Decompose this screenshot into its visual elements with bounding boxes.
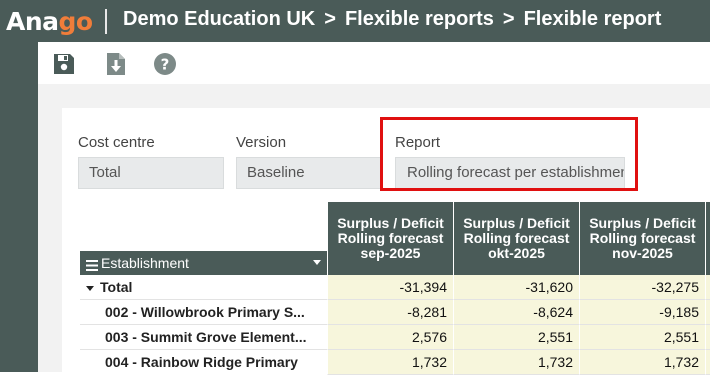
collapse-caret-icon[interactable] [86,285,94,291]
column-header-line2: Rolling forecast [337,230,444,246]
establishment-row-header[interactable]: Establishment [80,251,327,275]
table-cell[interactable]: 2,551 [453,325,579,350]
table-cell[interactable]: -32,275 [579,275,705,300]
table-cell[interactable]: 1,732 [453,350,579,375]
breadcrumb: Demo Education UK > Flexible reports > F… [123,8,661,31]
table-cell-next [705,275,710,300]
table-cell[interactable]: -31,620 [453,275,579,300]
column-header-line2: Rolling forecast [589,230,696,246]
table-row-total: Total -31,394 -31,620 -32,275 [80,275,710,300]
table-cell[interactable]: 1,732 [327,350,453,375]
column-header-line1: Surplus / Deficit [589,215,696,231]
table-cell[interactable]: -8,624 [453,300,579,325]
column-header-nov-2025[interactable]: Surplus / Deficit Rolling forecast nov-2… [579,202,705,275]
table-cell[interactable]: -8,281 [327,300,453,325]
table-cell-next [705,350,710,375]
version-field[interactable]: Baseline [236,157,382,189]
breadcrumb-item-flexible-report: Flexible report [523,8,662,30]
anago-logo[interactable]: Ana go [6,6,93,36]
table-cell[interactable]: -9,185 [579,300,705,325]
row-label[interactable]: 004 - Rainbow Ridge Primary [80,350,327,375]
cost-centre-label: Cost centre [78,134,155,151]
toolbar: ? [38,42,710,84]
column-header-okt-2025[interactable]: Surplus / Deficit Rolling forecast okt-2… [453,202,579,275]
top-bar: Ana go Demo Education UK > Flexible repor… [0,0,710,42]
column-header-line3: nov-2025 [612,245,673,261]
row-label[interactable]: 003 - Summit Grove Element... [80,325,327,350]
download-icon[interactable] [104,52,128,76]
report-highlight-box [380,117,638,191]
row-label[interactable]: 002 - Willowbrook Primary S... [80,300,327,325]
cost-centre-field[interactable]: Total [78,157,224,189]
column-header-line1: Surplus / Deficit [337,215,444,231]
menu-icon[interactable] [86,258,98,271]
column-header-sep-2025[interactable]: Surplus / Deficit Rolling forecast sep-2… [327,202,453,275]
table-cell[interactable]: -31,394 [327,275,453,300]
table-cell[interactable]: 2,551 [579,325,705,350]
column-header-line3: okt-2025 [488,245,545,261]
column-header-line1: Surplus / Deficit [463,215,570,231]
logo-text-part2: go [58,6,94,36]
header-divider [105,9,107,34]
table-row: 004 - Rainbow Ridge Primary 1,732 1,732 … [80,350,710,375]
save-icon[interactable] [52,52,76,76]
column-header-line3: sep-2025 [360,245,421,261]
table-row: 002 - Willowbrook Primary S... -8,281 -8… [80,300,710,325]
table-row: 003 - Summit Grove Element... 2,576 2,55… [80,325,710,350]
logo-text-part1: Ana [6,6,59,36]
row-label-text: Total [100,279,133,295]
table-cell[interactable]: 1,732 [579,350,705,375]
establishment-header-label: Establishment [101,255,189,271]
column-header-next [705,202,710,275]
row-label[interactable]: Total [80,275,327,300]
breadcrumb-separator: > [324,8,336,30]
help-icon[interactable]: ? [153,52,177,76]
version-label: Version [236,134,287,151]
breadcrumb-separator: > [502,8,515,30]
table-cell[interactable]: 2,576 [327,325,453,350]
breadcrumb-item-flexible-reports[interactable]: Flexible reports [345,8,494,31]
sidebar [0,42,38,372]
chevron-down-icon[interactable] [313,260,321,265]
column-header-line2: Rolling forecast [463,230,570,246]
breadcrumb-item-company[interactable]: Demo Education UK [123,8,315,31]
table-cell-next [705,325,710,350]
table-cell-next [705,300,710,325]
svg-text:?: ? [161,56,170,74]
